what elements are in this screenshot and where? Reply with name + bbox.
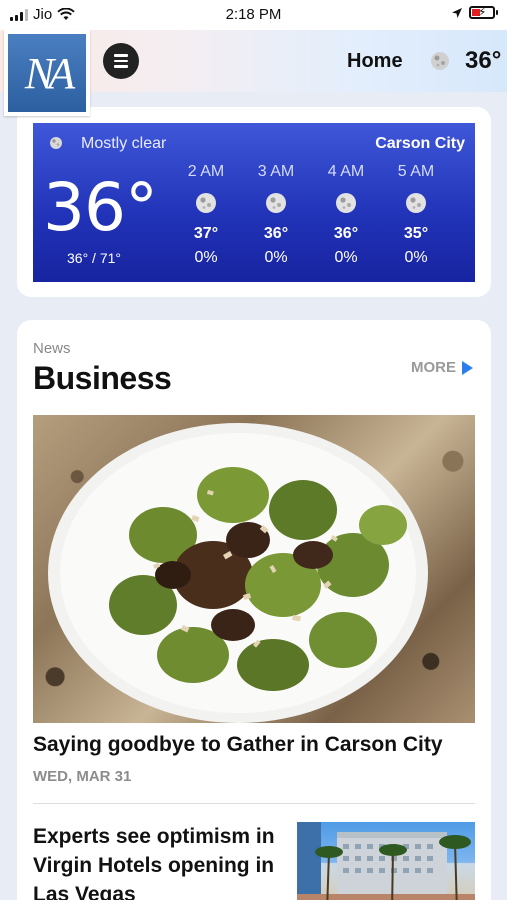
battery-icon: ⚡	[469, 5, 498, 19]
divider	[33, 803, 475, 804]
moon-icon	[196, 193, 216, 213]
article-date: WED, MAR 31	[33, 768, 132, 785]
article-title[interactable]: Experts see optimism in Virgin Hotels op…	[33, 822, 283, 900]
hour-precip: 0%	[404, 249, 428, 266]
hourly-forecast-item: 5 AM 35° 0%	[386, 163, 446, 267]
section-kicker: News	[33, 340, 71, 357]
article-thumbnail[interactable]	[297, 822, 475, 900]
menu-icon-line	[114, 65, 128, 68]
header-temperature[interactable]: 36°	[465, 47, 501, 75]
logo-mark: NA	[8, 34, 86, 112]
article-image[interactable]	[33, 415, 475, 723]
hour-time: 4 AM	[327, 163, 365, 180]
moon-icon	[266, 193, 286, 213]
hour-precip: 0%	[334, 249, 358, 266]
hourly-forecast-item: 3 AM 36° 0%	[246, 163, 306, 267]
weather-city: Carson City	[375, 135, 465, 152]
hour-time: 5 AM	[397, 163, 435, 180]
moon-icon	[431, 52, 449, 70]
status-time: 2:18 PM	[225, 6, 282, 23]
hour-temp: 35°	[403, 225, 429, 242]
more-label: MORE	[411, 359, 456, 376]
hourly-forecast-item: 2 AM 37° 0%	[176, 163, 236, 267]
hour-time: 2 AM	[187, 163, 225, 180]
section-title: Business	[33, 360, 172, 396]
status-right: ⚡	[451, 5, 498, 19]
food-plate-illustration	[48, 423, 428, 723]
hour-precip: 0%	[264, 249, 288, 266]
site-logo[interactable]: NA	[4, 30, 90, 116]
weather-panel[interactable]: Mostly clear Carson City 36° 36° / 71° 2…	[33, 123, 475, 282]
moon-icon	[336, 193, 356, 213]
hour-time: 3 AM	[257, 163, 295, 180]
more-link[interactable]: MORE	[411, 359, 473, 376]
moon-icon	[406, 193, 426, 213]
hour-temp: 36°	[263, 225, 289, 242]
menu-icon-line	[114, 54, 128, 57]
current-temperature: 36°	[43, 169, 158, 246]
location-arrow-icon	[452, 7, 462, 18]
menu-icon-line	[114, 59, 128, 63]
hourly-forecast-item: 4 AM 36° 0%	[316, 163, 376, 267]
temperature-range: 36° / 71°	[67, 250, 122, 266]
hour-temp: 37°	[193, 225, 219, 242]
home-link[interactable]: Home	[347, 50, 403, 73]
play-arrow-icon	[462, 360, 473, 375]
status-bar: Jio 2:18 PM ⚡	[0, 0, 507, 30]
weather-condition: Mostly clear	[81, 135, 167, 152]
hour-temp: 36°	[333, 225, 359, 242]
hotel-illustration	[297, 822, 475, 900]
hour-precip: 0%	[194, 249, 218, 266]
article-title[interactable]: Saying goodbye to Gather in Carson City	[33, 733, 443, 757]
moon-icon	[50, 137, 62, 149]
menu-button[interactable]	[103, 43, 139, 79]
